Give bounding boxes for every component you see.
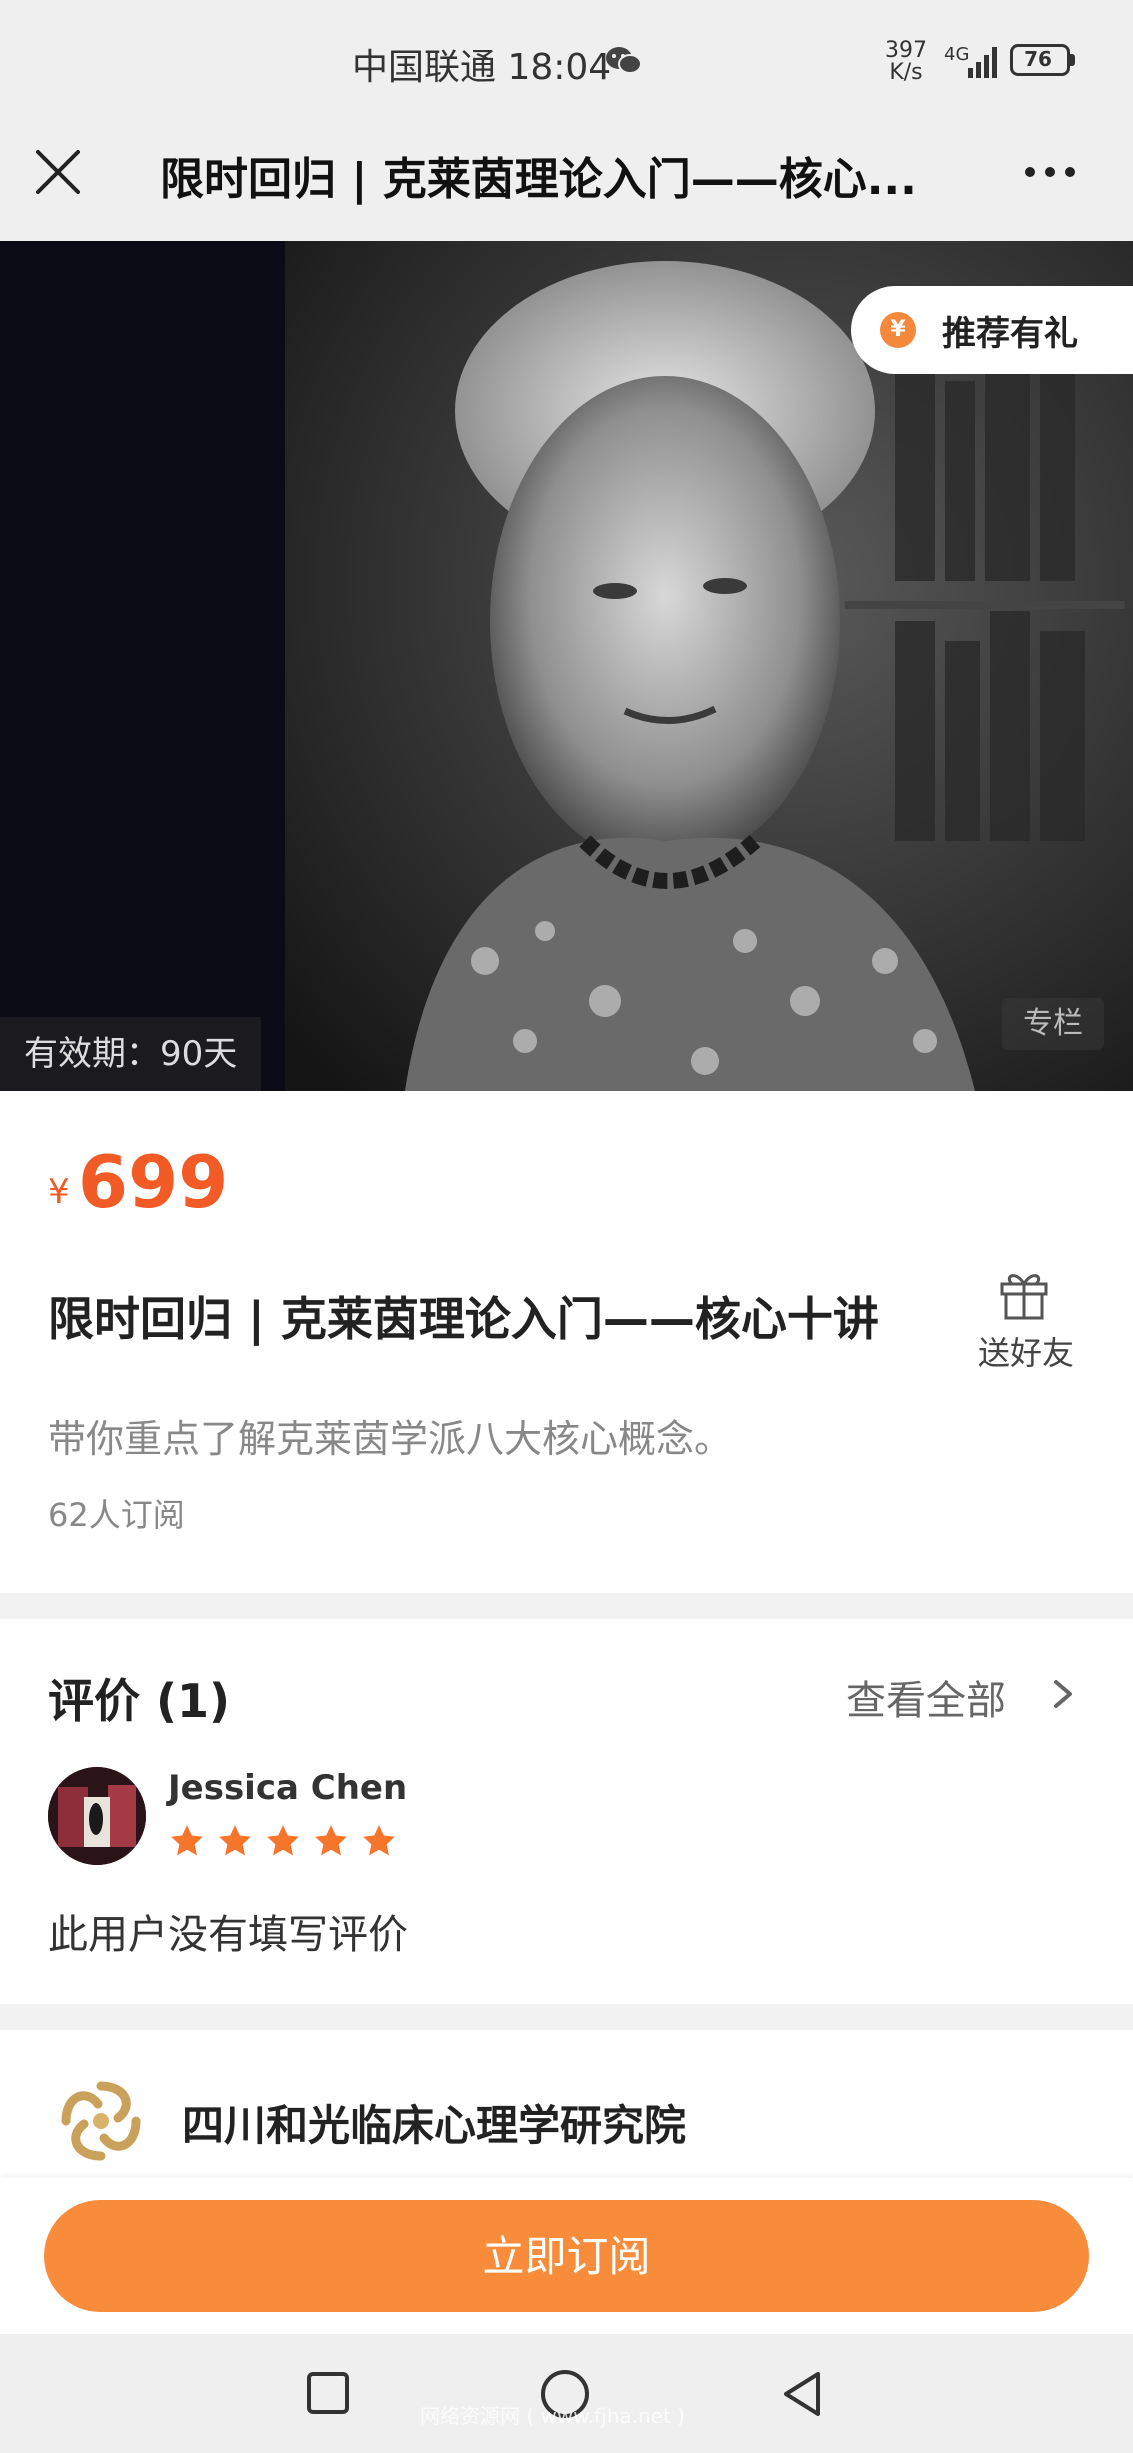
back-icon[interactable] [778, 2368, 826, 2420]
reviewer-name: Jessica Chen [168, 1768, 408, 1808]
gift-icon[interactable] [996, 1266, 1052, 1322]
battery-nub [1070, 54, 1075, 66]
product-description: 带你重点了解克莱茵学派八大核心概念。 [48, 1417, 733, 1461]
star-icon [219, 1825, 251, 1856]
view-all-reviews-link[interactable]: 查看全部 [846, 1668, 1006, 1726]
page-title: 限时回归 | 克莱茵理论入门——核心... [160, 154, 917, 205]
watermark: 网络资源网 ( www.fjha.net ) [420, 2404, 685, 2428]
review-heading: 评价 (1) [48, 1674, 231, 1728]
avatar [48, 1767, 146, 1865]
star-icon [315, 1825, 347, 1856]
subscribe-button[interactable]: 立即订阅 [44, 2200, 1089, 2312]
recent-apps-icon[interactable] [305, 2370, 351, 2416]
provider-name[interactable]: 四川和光临床心理学研究院 [182, 2092, 686, 2153]
provider-logo-icon [61, 2081, 141, 2161]
more-icon[interactable] [1020, 150, 1080, 194]
star-icon [267, 1825, 299, 1856]
signal-icon [968, 47, 997, 78]
star-icon [363, 1825, 395, 1856]
wechat-icon [606, 47, 642, 74]
price: 699 [78, 1140, 229, 1224]
status-carrier-time: 中国联通 18:04 [352, 47, 612, 88]
chevron-right-icon[interactable] [1048, 1674, 1078, 1714]
send-to-friend-label[interactable]: 送好友 [978, 1328, 1074, 1374]
network-speed: 397 K/s [885, 38, 927, 85]
close-icon[interactable] [28, 142, 88, 202]
star-icon [171, 1825, 203, 1856]
review-text: 此用户没有填写评价 [48, 1912, 408, 1958]
rating-stars [168, 1822, 398, 1862]
product-title: 限时回归 | 克莱茵理论入门——核心十讲 [48, 1292, 879, 1346]
column-tag: 专栏 [1002, 998, 1104, 1050]
avatar-image [48, 1767, 146, 1865]
yuan-coin-icon: ¥ [880, 312, 916, 348]
price-currency: ¥ [48, 1172, 70, 1212]
battery-level: 76 [1024, 47, 1052, 71]
recommend-reward-label[interactable]: 推荐有礼 [942, 306, 1078, 355]
subscriber-count: 62人订阅 [48, 1496, 185, 1534]
validity-badge: 有效期：90天 [0, 1017, 262, 1091]
